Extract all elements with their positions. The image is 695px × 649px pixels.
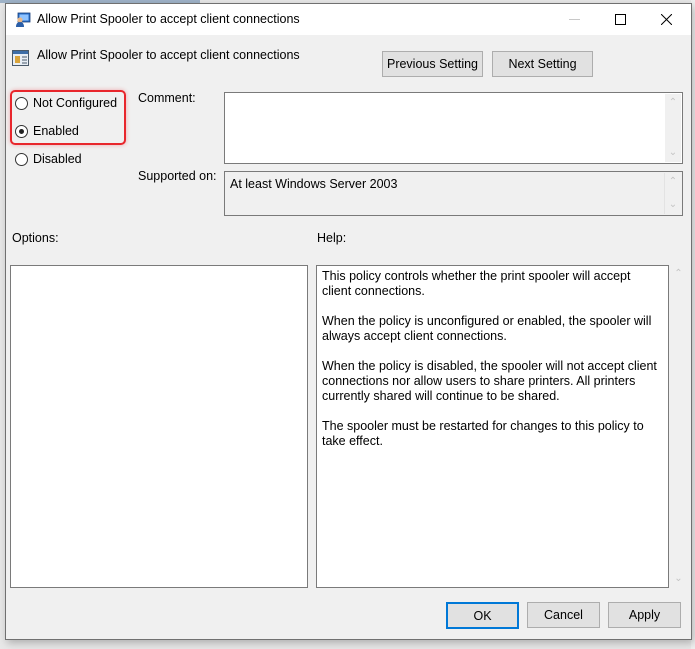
policy-app-icon [16, 12, 31, 27]
scroll-up-icon[interactable]: ⌃ [665, 98, 681, 108]
scroll-down-icon[interactable]: ⌄ [670, 574, 687, 584]
comment-label: Comment: [138, 91, 196, 105]
radio-circle[interactable] [15, 96, 28, 110]
policy-dialog: Allow Print Spooler to accept client con… [5, 3, 692, 640]
scroll-down-icon[interactable]: ⌄ [665, 148, 681, 158]
radio-not-configured[interactable]: Not Configured [15, 96, 117, 110]
policy-name: Allow Print Spooler to accept client con… [37, 48, 300, 62]
help-panel: This policy controls whether the print s… [316, 265, 669, 588]
minimize-icon [568, 19, 580, 20]
close-icon [660, 14, 672, 25]
options-panel [10, 265, 308, 588]
title-bar[interactable]: Allow Print Spooler to accept client con… [6, 4, 691, 35]
help-text: This policy controls whether the print s… [322, 269, 662, 464]
maximize-icon [614, 14, 626, 25]
ok-button[interactable]: OK [446, 602, 519, 629]
help-paragraph: When the policy is unconfigured or enabl… [322, 314, 652, 343]
previous-setting-button[interactable]: Previous Setting [382, 51, 483, 77]
supported-on-field: At least Windows Server 2003 ⌃ ⌄ [224, 171, 683, 216]
radio-label: Enabled [33, 124, 79, 138]
help-paragraph: This policy controls whether the print s… [322, 269, 631, 298]
help-label: Help: [317, 231, 347, 245]
close-button[interactable] [643, 4, 689, 35]
scroll-up-icon[interactable]: ⌃ [665, 177, 681, 187]
next-setting-button[interactable]: Next Setting [492, 51, 593, 77]
scroll-up-icon[interactable]: ⌃ [670, 269, 687, 279]
policy-setting-icon [12, 50, 29, 66]
options-label: Options: [12, 231, 59, 245]
radio-circle-selected[interactable] [15, 124, 28, 138]
help-scrollbar[interactable]: ⌃ ⌄ [670, 265, 687, 588]
radio-label: Disabled [33, 152, 82, 166]
apply-button[interactable]: Apply [608, 602, 681, 628]
radio-enabled[interactable]: Enabled [15, 124, 79, 138]
supported-on-value: At least Windows Server 2003 [230, 177, 398, 191]
radio-disabled[interactable]: Disabled [15, 152, 82, 166]
scroll-down-icon[interactable]: ⌄ [665, 200, 681, 210]
radio-circle[interactable] [15, 152, 28, 166]
comment-textarea[interactable]: ⌃ ⌄ [224, 92, 683, 164]
minimize-button[interactable] [551, 4, 597, 35]
window-title: Allow Print Spooler to accept client con… [37, 12, 300, 26]
supported-scrollbar[interactable]: ⌃ ⌄ [664, 173, 681, 214]
cancel-button[interactable]: Cancel [527, 602, 600, 628]
help-paragraph: When the policy is disabled, the spooler… [322, 359, 657, 403]
maximize-button[interactable] [597, 4, 643, 35]
comment-scrollbar[interactable]: ⌃ ⌄ [665, 94, 681, 162]
supported-on-label: Supported on: [138, 169, 217, 183]
help-paragraph: The spooler must be restarted for change… [322, 419, 644, 448]
radio-label: Not Configured [33, 96, 118, 110]
